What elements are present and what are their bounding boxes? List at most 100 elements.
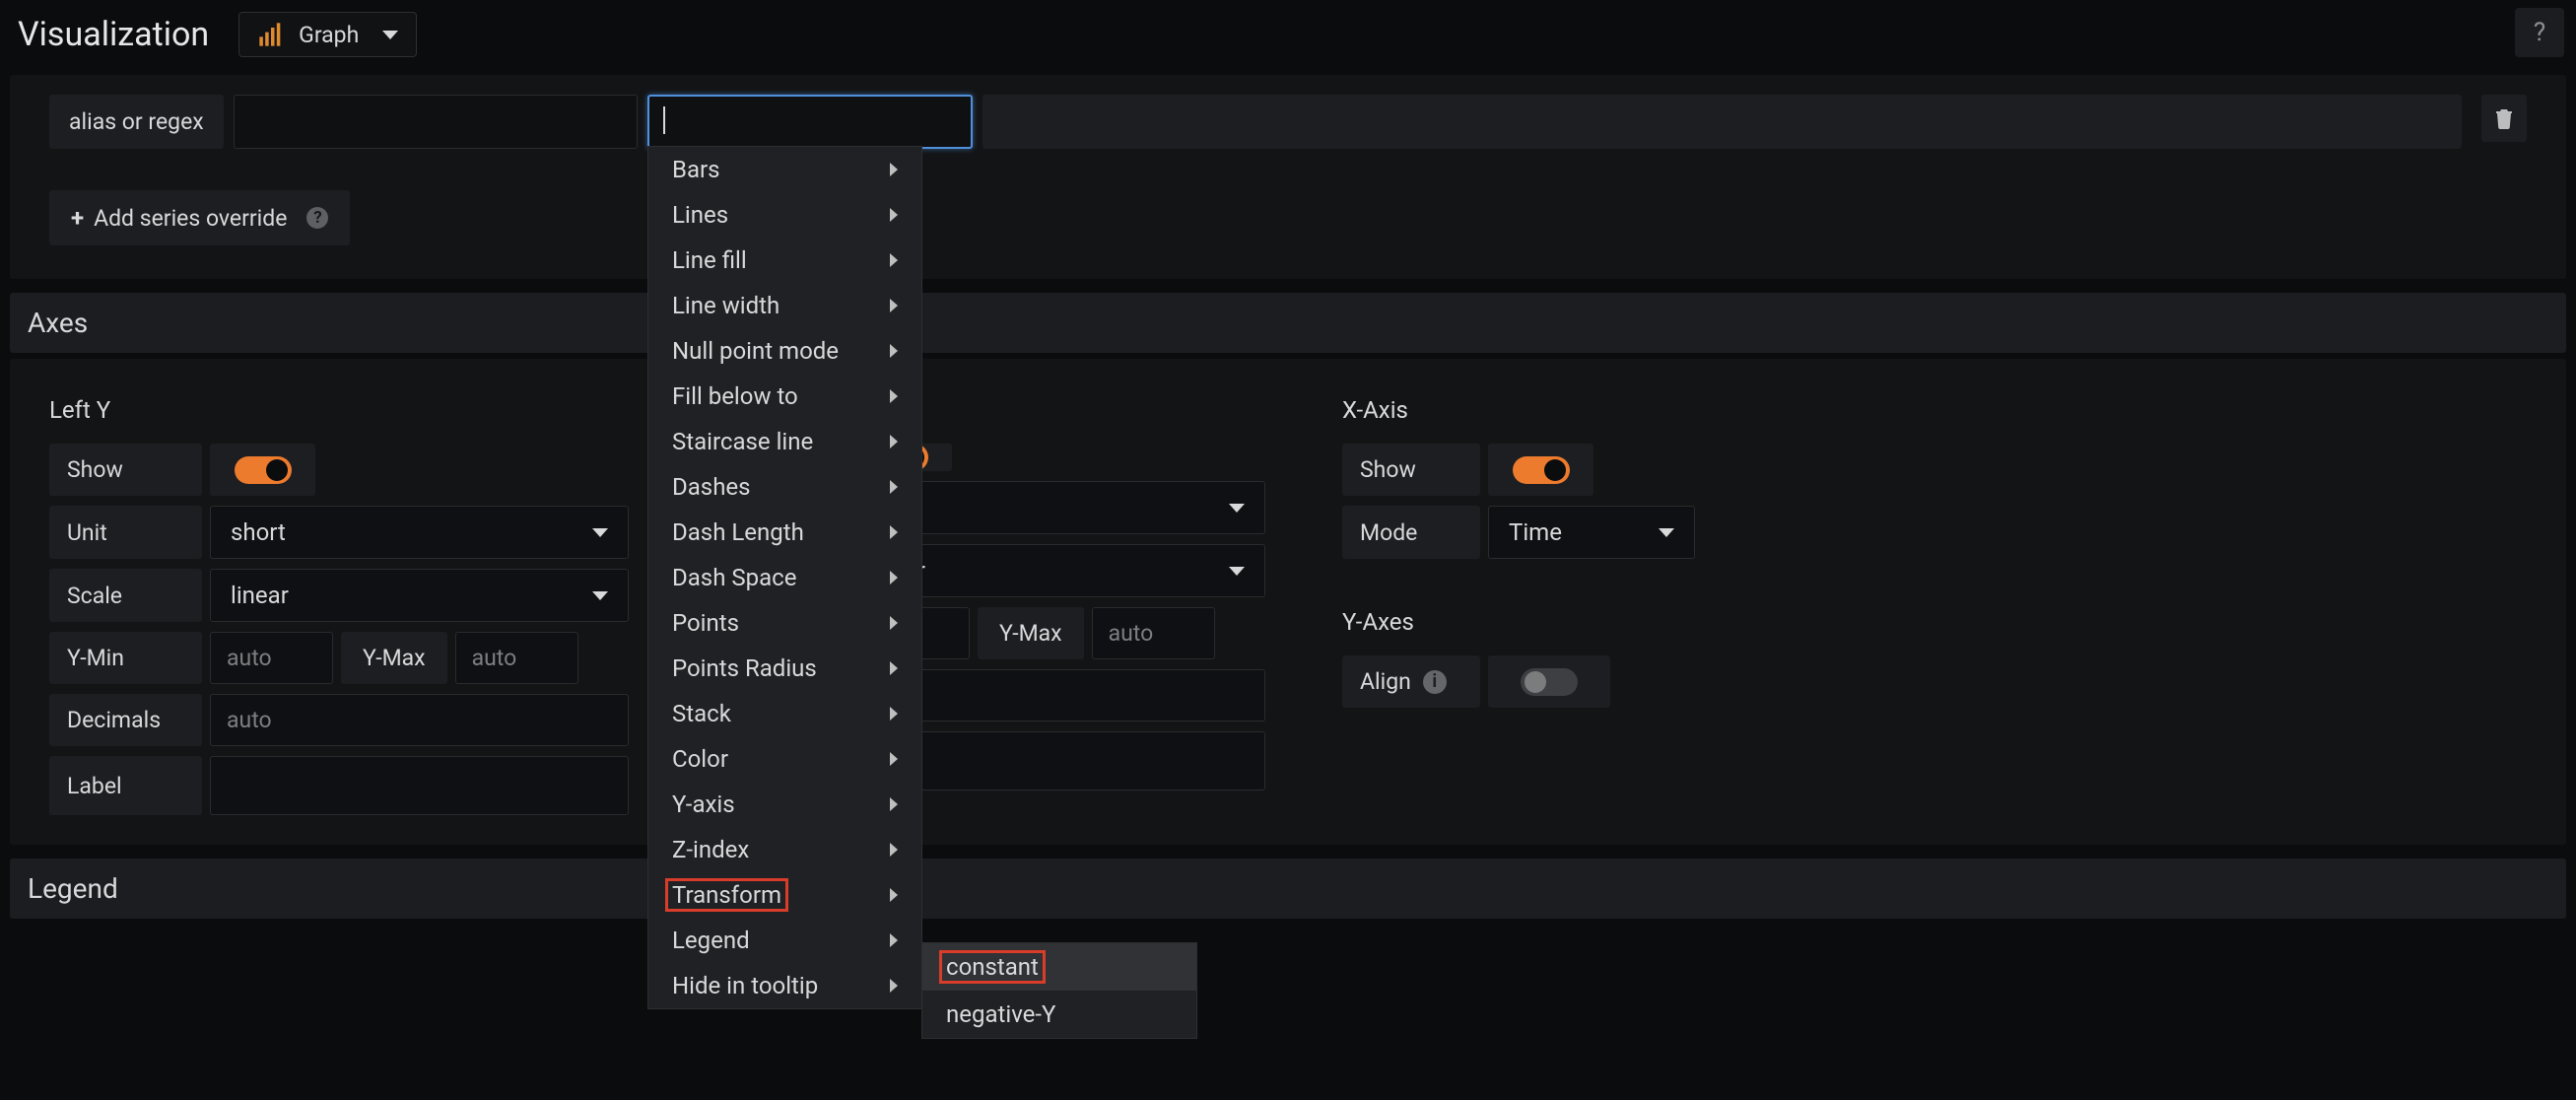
dropdown-item-dashes[interactable]: Dashes (648, 464, 921, 510)
dropdown-item-z-index[interactable]: Z-index (648, 827, 921, 872)
lefty-decimals-label: Decimals (49, 694, 202, 746)
dropdown-item-color[interactable]: Color (648, 736, 921, 782)
dropdown-item-staircase-line[interactable]: Staircase line (648, 419, 921, 464)
alias-label: alias or regex (49, 95, 224, 149)
chevron-down-icon (1229, 567, 1245, 576)
submenu-item-label: negative-Y (946, 1000, 1055, 1028)
chevron-right-icon (890, 163, 898, 176)
dropdown-item-label: Bars (672, 156, 720, 183)
transform-submenu: constant negative-Y (921, 942, 1197, 1039)
dropdown-item-transform[interactable]: Transform (648, 872, 921, 918)
chevron-right-icon (890, 707, 898, 721)
lefty-unit-label: Unit (49, 506, 202, 559)
dropdown-item-lines[interactable]: Lines (648, 192, 921, 238)
dropdown-item-label: Color (672, 745, 728, 773)
lefty-unit-select[interactable]: short (210, 506, 629, 559)
dropdown-item-y-axis[interactable]: Y-axis (648, 782, 921, 827)
override-spacer (983, 95, 2462, 149)
dropdown-item-label: Dashes (672, 473, 751, 501)
override-options-dropdown: Bars Lines Line fill Line width Null point m… (647, 146, 922, 1009)
legend-section-header[interactable]: Legend (10, 859, 2566, 919)
chevron-right-icon (890, 435, 898, 448)
lefty-scale-select[interactable]: linear (210, 569, 629, 622)
chevron-right-icon (890, 752, 898, 766)
chevron-right-icon (890, 843, 898, 857)
chevron-right-icon (890, 299, 898, 312)
submenu-item-negative-y[interactable]: negative-Y (922, 991, 1196, 1038)
align-text: Align (1360, 668, 1411, 695)
righty-ymax-input[interactable]: auto (1092, 607, 1215, 659)
yaxes-align-label: Align i (1342, 655, 1480, 708)
dropdown-item-line-width[interactable]: Line width (648, 283, 921, 328)
dropdown-item-label: Lines (672, 201, 728, 229)
chevron-right-icon (890, 389, 898, 403)
xaxis-mode-value: Time (1509, 518, 1562, 546)
left-y-heading: Left Y (49, 396, 629, 424)
submenu-item-label: constant (942, 953, 1043, 981)
chevron-right-icon (890, 979, 898, 993)
help-button[interactable]: ? (2515, 8, 2564, 57)
dropdown-item-points[interactable]: Points (648, 600, 921, 646)
axes-section-header[interactable]: Axes (10, 293, 2566, 353)
lefty-label-input[interactable] (210, 756, 629, 815)
delete-override-button[interactable] (2481, 95, 2527, 142)
yaxes-align-toggle[interactable] (1488, 655, 1610, 708)
viz-type-label: Graph (299, 22, 359, 48)
override-option-input[interactable] (647, 95, 973, 149)
add-series-override-button[interactable]: + Add series override ? (49, 190, 350, 245)
dropdown-item-label: Stack (672, 700, 731, 727)
x-yaxes-column: X-Axis Show Mode Time Y-Axes Align i (1342, 371, 1695, 815)
chevron-right-icon (890, 661, 898, 675)
dropdown-item-points-radius[interactable]: Points Radius (648, 646, 921, 691)
chevron-right-icon (890, 797, 898, 811)
trash-icon (2494, 107, 2514, 129)
submenu-item-constant[interactable]: constant (922, 943, 1196, 991)
dropdown-item-dash-length[interactable]: Dash Length (648, 510, 921, 555)
dropdown-item-hide-in-tooltip[interactable]: Hide in tooltip (648, 963, 921, 1008)
chevron-right-icon (890, 888, 898, 902)
lefty-show-toggle[interactable] (210, 444, 315, 496)
lefty-unit-value: short (231, 518, 286, 546)
dropdown-item-label: Line width (672, 292, 780, 319)
lefty-ymin-input[interactable]: auto (210, 632, 333, 684)
dropdown-item-label: Hide in tooltip (672, 972, 818, 999)
chevron-down-icon (1229, 504, 1245, 513)
yaxes-heading: Y-Axes (1342, 608, 1695, 636)
dropdown-item-label: Staircase line (672, 428, 813, 455)
lefty-decimals-input[interactable]: auto (210, 694, 629, 746)
info-icon[interactable]: i (1423, 670, 1447, 694)
dropdown-item-dash-space[interactable]: Dash Space (648, 555, 921, 600)
dropdown-item-label: Transform (668, 881, 785, 909)
chevron-right-icon (890, 571, 898, 584)
dropdown-item-label: Points Radius (672, 654, 817, 682)
chevron-right-icon (890, 208, 898, 222)
chevron-right-icon (890, 616, 898, 630)
xaxis-show-label: Show (1342, 444, 1480, 496)
dropdown-item-null-point-mode[interactable]: Null point mode (648, 328, 921, 374)
dropdown-item-label: Z-index (672, 836, 749, 863)
viz-type-selector[interactable]: Graph (238, 12, 417, 57)
lefty-ymax-input[interactable]: auto (455, 632, 578, 684)
lefty-scale-value: linear (231, 582, 289, 609)
lefty-show-label: Show (49, 444, 202, 496)
dropdown-item-legend[interactable]: Legend (648, 918, 921, 963)
alias-select-input[interactable] (234, 95, 638, 149)
chevron-right-icon (890, 253, 898, 267)
dropdown-item-label: Dash Space (672, 564, 796, 591)
xaxis-mode-select[interactable]: Time (1488, 506, 1695, 559)
dropdown-item-label: Fill below to (672, 382, 798, 410)
dropdown-item-stack[interactable]: Stack (648, 691, 921, 736)
dropdown-item-label: Dash Length (672, 518, 804, 546)
chevron-right-icon (890, 933, 898, 947)
lefty-label-label: Label (49, 756, 202, 815)
chevron-right-icon (890, 525, 898, 539)
chevron-right-icon (890, 344, 898, 358)
dropdown-item-fill-below-to[interactable]: Fill below to (648, 374, 921, 419)
dropdown-item-bars[interactable]: Bars (648, 147, 921, 192)
lefty-scale-label: Scale (49, 569, 202, 622)
dropdown-item-line-fill[interactable]: Line fill (648, 238, 921, 283)
chevron-down-icon (1659, 528, 1674, 537)
dropdown-item-label: Legend (672, 927, 750, 954)
help-icon[interactable]: ? (306, 207, 328, 229)
xaxis-show-toggle[interactable] (1488, 444, 1593, 496)
